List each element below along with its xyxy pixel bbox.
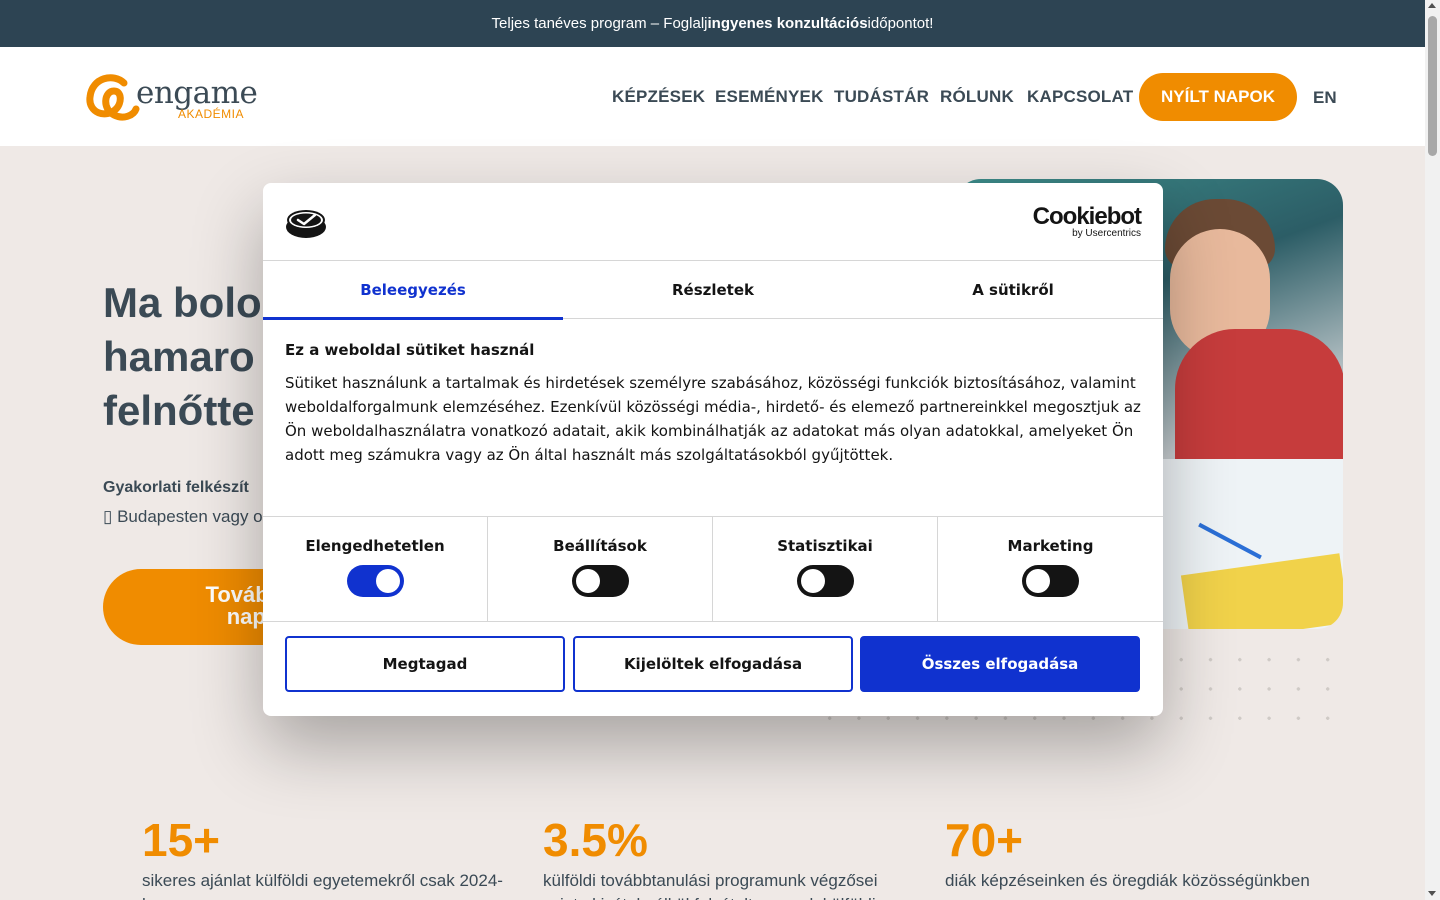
scroll-down-arrow-icon[interactable]: [1428, 891, 1436, 896]
stat-graduates: 3.5% külföldi továbbtanulási programunk …: [543, 815, 913, 900]
switch-knob: [575, 569, 600, 593]
scroll-up-arrow-icon[interactable]: [1428, 3, 1436, 8]
switch-knob: [1026, 569, 1050, 593]
tab-details[interactable]: Részletek: [563, 261, 863, 319]
site-logo-icon: [286, 210, 326, 238]
stat-number: 70+: [945, 814, 1024, 866]
stat-number: 15+: [142, 814, 221, 866]
toggle-statistics: Statisztikai: [713, 517, 938, 621]
engame-logo[interactable]: engame AKADÉMIA: [84, 69, 264, 125]
marketing-switch[interactable]: [1022, 565, 1079, 597]
logo-wordmark: engame: [136, 75, 258, 111]
cookie-category-toggles: Elengedhetetlen Beállítások Statisztikai…: [263, 516, 1163, 622]
toggle-label: Marketing: [1007, 537, 1094, 555]
stat-text: sikeres ajánlat külföldi egyetemekről cs…: [142, 871, 503, 900]
allow-all-button[interactable]: Összes elfogadása: [860, 636, 1140, 692]
cookie-dialog-body: Ez a weboldal sütiket használ Sütiket ha…: [285, 341, 1145, 467]
announcement-text-bold: ingyenes konzultációs: [707, 15, 868, 32]
stat-text: külföldi továbbtanulási programunk végző…: [543, 871, 878, 900]
page-scrollbar[interactable]: [1425, 0, 1440, 900]
hero-location: ▯ Budapesten vagy o: [103, 507, 263, 527]
cookiebot-brand[interactable]: Cookiebot by Usercentrics: [1032, 203, 1142, 240]
cookie-heading: Ez a weboldal sütiket használ: [285, 341, 535, 359]
deny-button[interactable]: Megtagad: [285, 636, 565, 692]
stat-text: diák képzéseinken és öregdiák közösségün…: [945, 871, 1310, 890]
statistics-switch[interactable]: [796, 565, 854, 597]
tab-about[interactable]: A sütikről: [863, 261, 1163, 319]
announcement-text-before: Teljes tanéves program – Foglalj: [491, 15, 708, 32]
cookie-description: Sütiket használunk a tartalmak és hirdet…: [285, 374, 1141, 464]
logo-mark-icon: [86, 74, 140, 121]
toggle-marketing: Marketing: [938, 517, 1163, 621]
announcement-bar[interactable]: Teljes tanéves program – Foglalj ingyene…: [0, 0, 1425, 47]
announcement-text-after: időpontot!: [867, 15, 934, 32]
scroll-thumb[interactable]: [1428, 16, 1437, 156]
stat-number: 3.5%: [543, 814, 648, 866]
hero-subtitle: Gyakorlati felkészít: [103, 479, 249, 496]
cookiebot-name: Cookiebot: [1032, 203, 1142, 230]
nav-esemenyek[interactable]: ESEMÉNYEK: [715, 87, 824, 107]
cookie-dialog-header: Cookiebot by Usercentrics: [263, 183, 1163, 261]
switch-knob: [800, 569, 825, 593]
logo-subtitle: AKADÉMIA: [178, 107, 245, 121]
preferences-switch[interactable]: [571, 565, 629, 597]
toggle-label: Statisztikai: [777, 537, 873, 555]
nav-rolunk[interactable]: RÓLUNK: [940, 87, 1014, 107]
toggle-preferences: Beállítások: [488, 517, 713, 621]
hero-location-text: Budapesten vagy o: [112, 507, 263, 526]
open-days-button[interactable]: NYÍLT NAPOK: [1139, 73, 1297, 121]
nav-tudastar[interactable]: TUDÁSTÁR: [834, 87, 929, 107]
tab-consent[interactable]: Beleegyezés: [263, 261, 563, 320]
stat-offers: 15+ sikeres ajánlat külföldi egyetemekrő…: [142, 815, 512, 900]
cookie-tabs: Beleegyezés Részletek A sütikről: [263, 261, 1163, 320]
toggle-label: Elengedhetetlen: [305, 537, 445, 555]
switch-knob: [375, 569, 400, 593]
language-switch[interactable]: EN: [1313, 88, 1337, 108]
cookie-consent-dialog: Cookiebot by Usercentrics Beleegyezés Ré…: [263, 183, 1163, 716]
toggle-label: Beállítások: [553, 537, 647, 555]
toggle-necessary: Elengedhetetlen: [263, 517, 488, 621]
nav-kapcsolat[interactable]: KAPCSOLAT: [1027, 87, 1133, 107]
nav-kepzesek[interactable]: KÉPZÉSEK: [612, 87, 705, 107]
stat-students: 70+ diák képzéseinken és öregdiák közöss…: [945, 815, 1315, 893]
location-icon: ▯: [103, 507, 113, 526]
allow-selected-button[interactable]: Kijelöltek elfogadása: [573, 636, 853, 692]
site-header: engame AKADÉMIA KÉPZÉSEK ESEMÉNYEK TUDÁS…: [0, 47, 1425, 146]
necessary-switch[interactable]: [346, 565, 404, 597]
